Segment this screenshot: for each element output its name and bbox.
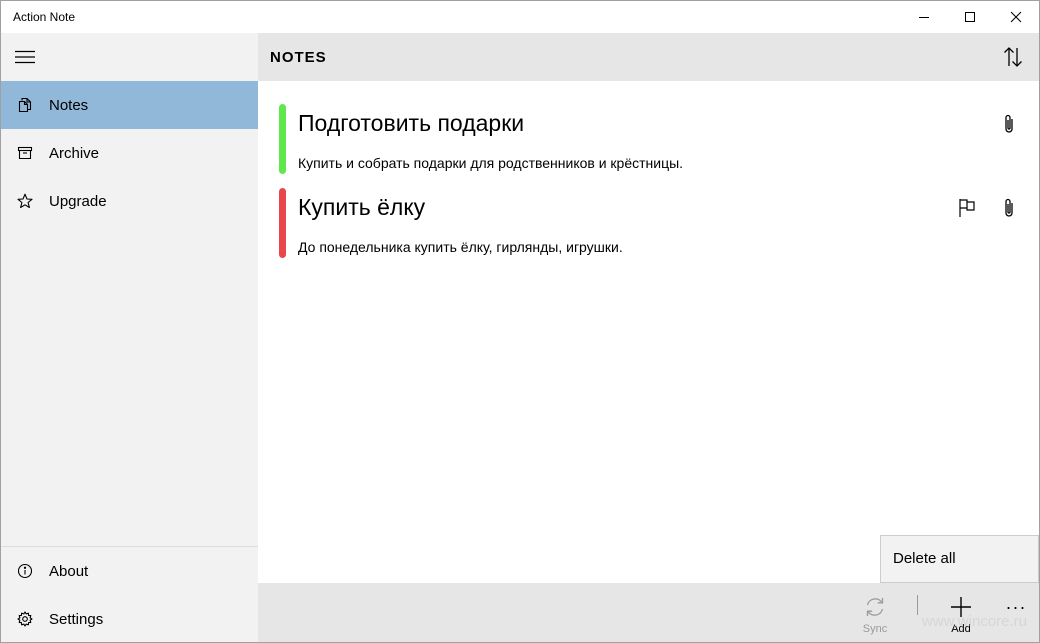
sync-icon <box>863 595 887 619</box>
app-window: Action Note Notes Archive Upgrade About … <box>0 0 1040 643</box>
sidebar-item-notes[interactable]: Notes <box>1 81 258 129</box>
attachment-icon[interactable] <box>997 112 1021 136</box>
maximize-icon <box>965 12 975 22</box>
more-menu: Delete all <box>880 535 1039 583</box>
sidebar-item-label: Upgrade <box>49 192 107 210</box>
sort-button[interactable] <box>997 41 1029 73</box>
page-header: NOTES <box>258 33 1039 81</box>
note-item[interactable]: Подготовить подарки Купить и собрать под… <box>258 102 1039 186</box>
note-title: Купить ёлку <box>298 194 426 220</box>
delete-all-menu-item[interactable]: Delete all <box>893 550 956 567</box>
note-color-bar <box>279 104 286 174</box>
sidebar-item-settings[interactable]: Settings <box>1 595 258 642</box>
minimize-button[interactable] <box>901 1 947 33</box>
title-bar: Action Note <box>1 1 1039 33</box>
star-icon <box>1 177 49 225</box>
sidebar-item-upgrade[interactable]: Upgrade <box>1 177 258 225</box>
sidebar-item-label: About <box>49 562 89 580</box>
sidebar-item-about[interactable]: About <box>1 547 258 595</box>
archive-icon <box>1 129 49 177</box>
command-separator <box>917 595 918 615</box>
gear-icon <box>1 595 49 642</box>
sync-label: Sync <box>862 623 888 635</box>
attachment-icon[interactable] <box>997 196 1021 220</box>
sidebar: Notes Archive Upgrade About Settings <box>1 33 258 642</box>
notes-icon <box>1 81 49 129</box>
app-title: Action Note <box>13 10 76 24</box>
note-body: Купить и собрать подарки для родственник… <box>298 155 684 171</box>
sidebar-item-archive[interactable]: Archive <box>1 129 258 177</box>
flag-icon[interactable] <box>955 196 979 220</box>
hamburger-icon <box>15 50 35 64</box>
sort-icon <box>1004 47 1022 67</box>
close-button[interactable] <box>993 1 1039 33</box>
minimize-icon <box>919 17 929 18</box>
note-color-bar <box>279 188 286 258</box>
sidebar-item-label: Settings <box>49 610 104 628</box>
note-body: До понедельника купить ёлку, гирлянды, и… <box>298 239 623 255</box>
sidebar-item-label: Notes <box>49 96 89 114</box>
notes-list: Подготовить подарки Купить и собрать под… <box>258 81 1039 583</box>
maximize-button[interactable] <box>947 1 993 33</box>
page-title: NOTES <box>270 49 327 66</box>
note-item[interactable]: Купить ёлку До понедельника купить ёлку,… <box>258 186 1039 270</box>
sync-button[interactable]: Sync <box>851 583 899 642</box>
close-icon <box>1010 11 1022 23</box>
note-title: Подготовить подарки <box>298 110 525 136</box>
sidebar-item-label: Archive <box>49 144 100 162</box>
hamburger-button[interactable] <box>1 33 49 81</box>
info-icon <box>1 547 49 595</box>
watermark: www.wincore.ru <box>921 613 1027 630</box>
